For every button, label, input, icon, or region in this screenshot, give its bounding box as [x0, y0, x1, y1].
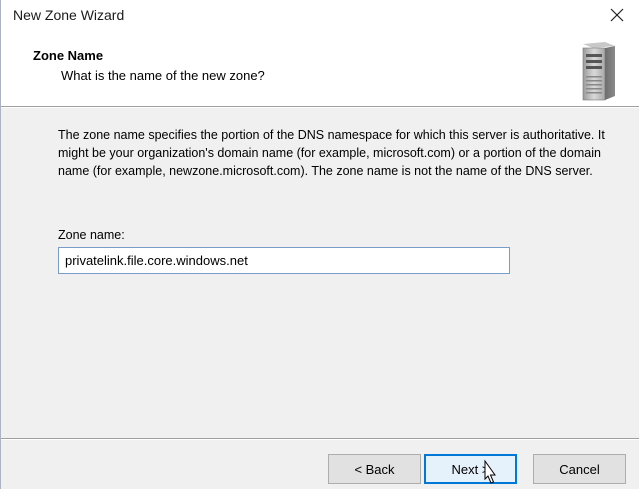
close-icon [610, 8, 624, 22]
wizard-header: Zone Name What is the name of the new zo… [1, 30, 639, 106]
server-icon [582, 42, 615, 101]
page-title: Zone Name [33, 48, 104, 63]
close-button[interactable] [594, 0, 639, 30]
header-divider [1, 106, 639, 108]
window-title: New Zone Wizard [13, 7, 125, 23]
cancel-button[interactable]: Cancel [533, 454, 626, 484]
title-bar[interactable]: New Zone Wizard [1, 0, 639, 30]
new-zone-wizard-dialog: New Zone Wizard Zone Name What is the na… [0, 0, 639, 489]
footer-divider [1, 438, 639, 440]
next-button[interactable]: Next > [424, 454, 517, 484]
back-button[interactable]: < Back [328, 454, 421, 484]
page-subtitle: What is the name of the new zone? [61, 68, 265, 83]
zone-name-label: Zone name: [58, 228, 125, 242]
zone-name-input[interactable] [58, 247, 510, 274]
zone-name-description: The zone name specifies the portion of t… [58, 128, 605, 178]
